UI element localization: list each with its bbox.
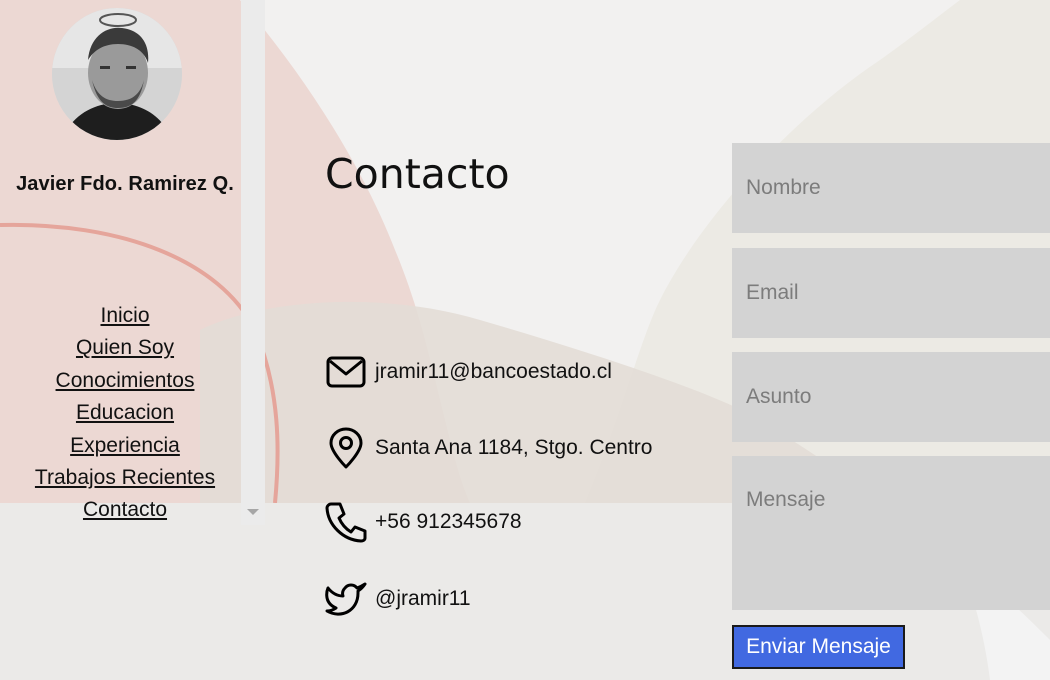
page-title: Contacto bbox=[325, 150, 510, 198]
map-pin-icon bbox=[325, 427, 367, 469]
sidebar: Javier Fdo. Ramirez Q. Inicio Quien Soy … bbox=[0, 0, 265, 525]
nav-link-quien-soy[interactable]: Quien Soy bbox=[0, 332, 250, 364]
profile-name: Javier Fdo. Ramirez Q. bbox=[16, 173, 234, 195]
contact-address-text: Santa Ana 1184, Stgo. Centro bbox=[375, 436, 653, 459]
contact-phone: +56 912345678 bbox=[325, 500, 522, 544]
contact-twitter-text: @jramir11 bbox=[375, 587, 471, 610]
send-message-button[interactable]: Enviar Mensaje bbox=[732, 625, 905, 669]
contact-email-text: jramir11@bancoestado.cl bbox=[375, 360, 612, 383]
avatar bbox=[52, 8, 182, 140]
nombre-field[interactable] bbox=[732, 143, 1050, 233]
profile-photo bbox=[52, 8, 182, 140]
twitter-icon bbox=[325, 578, 367, 620]
nav-link-experiencia[interactable]: Experiencia bbox=[0, 430, 250, 462]
scroll-down-arrow-icon[interactable] bbox=[247, 509, 259, 515]
contact-address: Santa Ana 1184, Stgo. Centro bbox=[325, 426, 652, 470]
nav-link-trabajos-recientes[interactable]: Trabajos Recientes bbox=[0, 462, 250, 494]
main-nav: Inicio Quien Soy Conocimientos Educacion… bbox=[0, 300, 250, 527]
nav-link-inicio[interactable]: Inicio bbox=[0, 300, 250, 332]
contact-phone-text: +56 912345678 bbox=[375, 510, 522, 533]
phone-icon bbox=[325, 501, 367, 543]
contact-twitter: @jramir11 bbox=[325, 577, 471, 621]
nav-link-contacto[interactable]: Contacto bbox=[0, 494, 250, 526]
envelope-icon bbox=[325, 351, 367, 393]
asunto-field[interactable] bbox=[732, 352, 1050, 442]
nav-link-conocimientos[interactable]: Conocimientos bbox=[0, 365, 250, 397]
email-field[interactable] bbox=[732, 248, 1050, 338]
contact-email: jramir11@bancoestado.cl bbox=[325, 350, 612, 394]
sidebar-scrollbar[interactable] bbox=[241, 0, 265, 525]
nav-link-educacion[interactable]: Educacion bbox=[0, 397, 250, 429]
mensaje-field[interactable] bbox=[732, 456, 1050, 610]
